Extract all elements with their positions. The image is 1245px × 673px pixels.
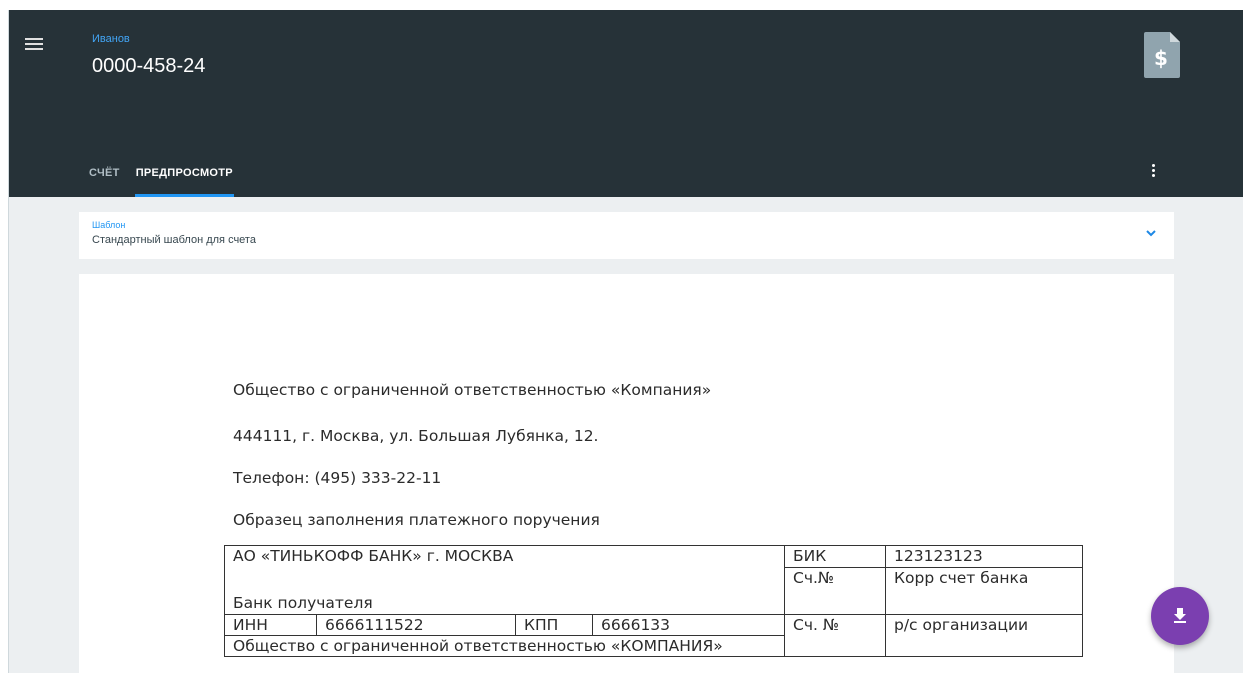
template-select-label: Шаблон — [92, 220, 126, 230]
corr-label: Сч.№ — [784, 567, 886, 615]
bik-value: 123123123 — [885, 545, 1083, 568]
bank-name: АО «ТИНЬКОФФ БАНК» г. МОСКВА — [233, 547, 514, 565]
table-row: ИНН 6666111522 КПП 6666133 Сч. № р/с орг… — [224, 614, 1083, 657]
inn-value: 6666111522 — [316, 614, 516, 636]
invoice-number: 0000-458-24 — [92, 55, 206, 77]
tab-invoice[interactable]: СЧЁТ — [81, 158, 128, 197]
company-name: Общество с ограниченной ответственностью… — [233, 381, 712, 399]
recipient-name: Общество с ограниченной ответственностью… — [224, 635, 785, 657]
tab-bar: СЧЁТ ПРЕДПРОСМОТР — [81, 158, 241, 197]
sample-title: Образец заполнения платежного поручения — [233, 511, 600, 529]
company-phone: Телефон: (495) 333-22-11 — [233, 469, 442, 487]
invoice-document-icon: $ — [1144, 32, 1180, 78]
app-bar: Иванов 0000-458-24 $ СЧЁТ ПРЕДПРОСМОТР — [9, 10, 1243, 197]
company-address: 444111, г. Москва, ул. Большая Лубянка, … — [233, 427, 599, 445]
bank-details-table: АО «ТИНЬКОФФ БАНК» г. МОСКВА Банк получа… — [224, 545, 1083, 657]
bank-cell: АО «ТИНЬКОФФ БАНК» г. МОСКВА Банк получа… — [224, 545, 785, 615]
bik-label: БИК — [784, 545, 886, 568]
client-name: Иванов — [92, 33, 130, 45]
tab-preview[interactable]: ПРЕДПРОСМОТР — [128, 158, 241, 197]
svg-text:$: $ — [1154, 46, 1168, 70]
account-value: р/с организации — [885, 614, 1083, 657]
template-select[interactable]: Шаблон Стандартный шаблон для счета — [79, 212, 1174, 259]
template-select-value: Стандартный шаблон для счета — [92, 234, 256, 246]
download-icon — [1174, 608, 1186, 623]
more-vert-icon[interactable] — [1147, 162, 1159, 184]
bank-caption: Банк получателя — [233, 594, 373, 612]
app-window: Иванов 0000-458-24 $ СЧЁТ ПРЕДПРОСМОТР Ш… — [8, 10, 1243, 673]
menu-icon[interactable] — [25, 38, 43, 52]
kpp-value: 6666133 — [592, 614, 785, 636]
account-label: Сч. № — [784, 614, 886, 657]
corr-value: Корр счет банка — [885, 567, 1083, 615]
document-preview: Общество с ограниченной ответственностью… — [79, 274, 1174, 673]
chevron-down-icon — [1146, 230, 1156, 237]
table-row: АО «ТИНЬКОФФ БАНК» г. МОСКВА Банк получа… — [224, 545, 1083, 615]
kpp-label: КПП — [515, 614, 593, 636]
download-button[interactable] — [1151, 587, 1209, 645]
inn-label: ИНН — [224, 614, 317, 636]
